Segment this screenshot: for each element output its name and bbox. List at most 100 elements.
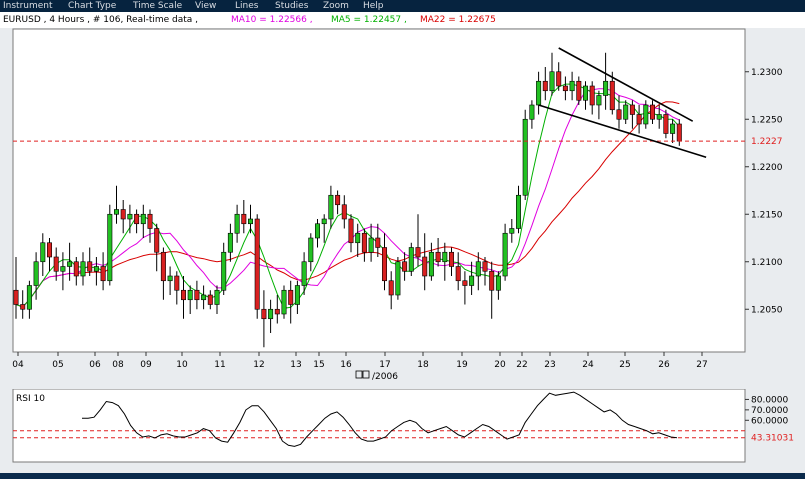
candle-body: [596, 95, 602, 106]
menu-item-chart-type[interactable]: Chart Type: [68, 0, 116, 12]
candle-body: [107, 213, 113, 282]
rsi-y-tick-label: 60.0000: [751, 416, 788, 426]
candle-body: [301, 261, 307, 286]
ma22-label: MA22 = 1.22675: [420, 15, 496, 25]
x-tick-label: 26: [658, 360, 670, 370]
candle-body: [475, 261, 481, 277]
candle-body: [375, 237, 381, 248]
candle-body: [408, 247, 414, 272]
candle-body: [556, 71, 562, 87]
x-tick-label: 06: [89, 360, 101, 370]
candle-body: [435, 251, 441, 263]
candle-body: [361, 232, 367, 253]
candle-body: [422, 256, 428, 277]
candle-body: [623, 104, 629, 120]
menu-item-studies[interactable]: Studies: [275, 0, 308, 12]
rsi-title: RSI 10: [16, 394, 45, 404]
status-strip: [0, 473, 805, 479]
candle-body: [589, 85, 595, 106]
x-tick-label: 11: [214, 360, 225, 370]
candle-body: [676, 123, 682, 142]
candle-body: [381, 247, 387, 282]
menu-bar: Instrument Chart Type Time Scale View Lines S…: [0, 0, 805, 12]
candle-body: [502, 232, 508, 277]
candle-body: [274, 308, 280, 315]
candle-body: [33, 261, 39, 286]
x-tick-label: 10: [176, 360, 188, 370]
x-tick-label: 25: [619, 360, 630, 370]
candle-body: [629, 104, 635, 115]
candle-body: [73, 261, 79, 277]
candle-body: [522, 118, 528, 196]
candle-body: [13, 289, 19, 305]
x-tick-label: 22: [516, 360, 527, 370]
menu-item-view[interactable]: View: [195, 0, 216, 12]
candle-body: [609, 80, 615, 111]
rsi-y-tick-label: 80.0000: [751, 395, 788, 405]
menu-item-lines[interactable]: Lines: [235, 0, 258, 12]
ma5-label: MA5 = 1.22457 ,: [331, 15, 407, 25]
candle-body: [87, 261, 93, 272]
menu-item-time-scale[interactable]: Time Scale: [133, 0, 182, 12]
candle-body: [348, 218, 354, 244]
candle-body: [234, 213, 240, 234]
candle-body: [308, 237, 314, 263]
y-tick-label: 1.2300: [751, 68, 783, 78]
x-tick-label: 27: [696, 360, 707, 370]
y-tick-label: 1.2050: [751, 305, 783, 315]
candle-body: [603, 80, 609, 96]
x-tick-label: 20: [494, 360, 506, 370]
candle-body: [201, 294, 207, 301]
candle-body: [100, 266, 106, 282]
rsi-current-label: 43.31031: [751, 434, 794, 444]
candle-body: [569, 80, 575, 92]
current-price-label: 1.2227: [751, 137, 783, 147]
candle-body: [402, 261, 408, 272]
x-tick-label: 15: [313, 360, 324, 370]
candle-body: [442, 251, 448, 263]
candle-body: [542, 80, 548, 92]
candle-body: [254, 218, 260, 310]
x-tick-label: 19: [456, 360, 468, 370]
rsi-chart[interactable]: RSI 10 80.000070.000060.0000 43.31031: [0, 389, 805, 473]
candle-body: [93, 266, 99, 272]
candle-body: [670, 123, 676, 134]
x-tick-label: 24: [582, 360, 594, 370]
y-tick-label: 1.2250: [751, 115, 783, 125]
candle-body: [489, 270, 495, 291]
candle-body: [214, 289, 220, 305]
x-axis-label: /2006: [372, 372, 398, 382]
menu-item-zoom[interactable]: Zoom: [323, 0, 349, 12]
candle-body: [26, 285, 32, 310]
candle-body: [60, 266, 66, 272]
candle-body: [328, 194, 334, 220]
candle-body: [415, 247, 421, 258]
candle-body: [509, 228, 515, 234]
candle-body: [160, 251, 166, 282]
candle-body: [314, 223, 320, 239]
menu-item-instrument[interactable]: Instrument: [3, 0, 53, 12]
candle-body: [167, 275, 173, 282]
menu-item-help[interactable]: Help: [363, 0, 384, 12]
candle-body: [154, 228, 160, 253]
candle-body: [576, 80, 582, 101]
candle-body: [114, 209, 120, 215]
candle-body: [174, 275, 180, 291]
plot-area: [12, 28, 746, 353]
candle-body: [241, 213, 247, 225]
candle-body: [529, 104, 535, 120]
candle-body: [248, 218, 254, 225]
candle-body: [207, 294, 213, 305]
x-tick-label: 17: [379, 360, 390, 370]
candle-body: [294, 285, 300, 305]
candle-body: [134, 213, 140, 225]
y-tick-label: 1.2200: [751, 163, 783, 173]
candle-body: [643, 104, 649, 125]
candle-body: [181, 289, 187, 301]
candle-body: [636, 114, 642, 125]
x-tick-label: 04: [12, 360, 24, 370]
candle-body: [462, 280, 468, 286]
price-chart[interactable]: 1.2300 1.2250 1.2200 1.2150 1.2100 1.2050 04 05…: [0, 28, 805, 386]
candle-body: [395, 261, 401, 296]
candle-body: [194, 289, 200, 301]
